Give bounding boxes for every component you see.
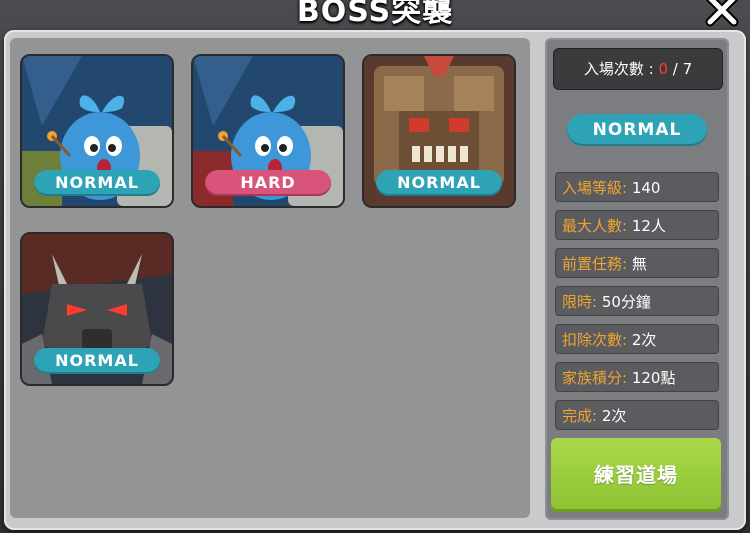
info-value: 2次 xyxy=(597,407,627,425)
close-button[interactable] xyxy=(704,0,740,28)
boss-card[interactable]: NORMAL xyxy=(362,54,516,208)
entry-count-current: 0 xyxy=(658,60,668,78)
window-title: BOSS突襲 xyxy=(296,0,454,29)
info-value: 2次 xyxy=(627,331,657,349)
info-value: 12人 xyxy=(627,217,666,235)
difficulty-badge: HARD xyxy=(205,170,331,196)
boss-card[interactable]: HARD xyxy=(191,54,345,208)
difficulty-badge: NORMAL xyxy=(34,348,160,374)
close-icon xyxy=(705,0,739,27)
info-row-time-limit: 限時: 50分鐘 xyxy=(555,286,719,316)
boss-card[interactable]: NORMAL xyxy=(20,54,174,208)
entry-count-separator: / xyxy=(668,60,683,78)
info-row-prerequisite: 前置任務: 無 xyxy=(555,248,719,278)
info-value: 140 xyxy=(627,179,661,197)
difficulty-badge: NORMAL xyxy=(376,170,502,196)
entry-count: 入場次數 : 0 / 7 xyxy=(553,48,723,90)
info-value: 50分鐘 xyxy=(597,293,651,311)
info-row-level: 入場等級: 140 xyxy=(555,172,719,202)
info-row-guild-points: 家族積分: 120點 xyxy=(555,362,719,392)
selected-difficulty-badge: NORMAL xyxy=(567,114,707,146)
boss-info-panel: 入場次數 : 0 / 7 NORMAL 入場等級: 140 最大人數: 12人 … xyxy=(545,38,729,520)
info-row-max-players: 最大人數: 12人 xyxy=(555,210,719,240)
info-key: 限時: xyxy=(562,293,598,311)
info-key: 家族積分: xyxy=(562,369,628,387)
info-value: 無 xyxy=(627,255,647,273)
boss-list: NORMAL HARD NORMAL NORMAL xyxy=(10,38,530,518)
info-key: 前置任務: xyxy=(562,255,628,273)
info-key: 扣除次數: xyxy=(562,331,628,349)
info-row-completion: 完成: 2次 xyxy=(555,400,719,430)
info-value: 120點 xyxy=(627,369,676,387)
practice-dojo-button[interactable]: 練習道場 xyxy=(551,438,721,512)
info-key: 入場等級: xyxy=(562,179,628,197)
boss-card[interactable]: NORMAL xyxy=(20,232,174,386)
info-row-deduction: 扣除次數: 2次 xyxy=(555,324,719,354)
entry-count-label: 入場次數 : xyxy=(583,60,659,78)
info-key: 最大人數: xyxy=(562,217,628,235)
entry-count-max: 7 xyxy=(682,60,693,78)
difficulty-badge: NORMAL xyxy=(34,170,160,196)
info-key: 完成: xyxy=(562,407,598,425)
